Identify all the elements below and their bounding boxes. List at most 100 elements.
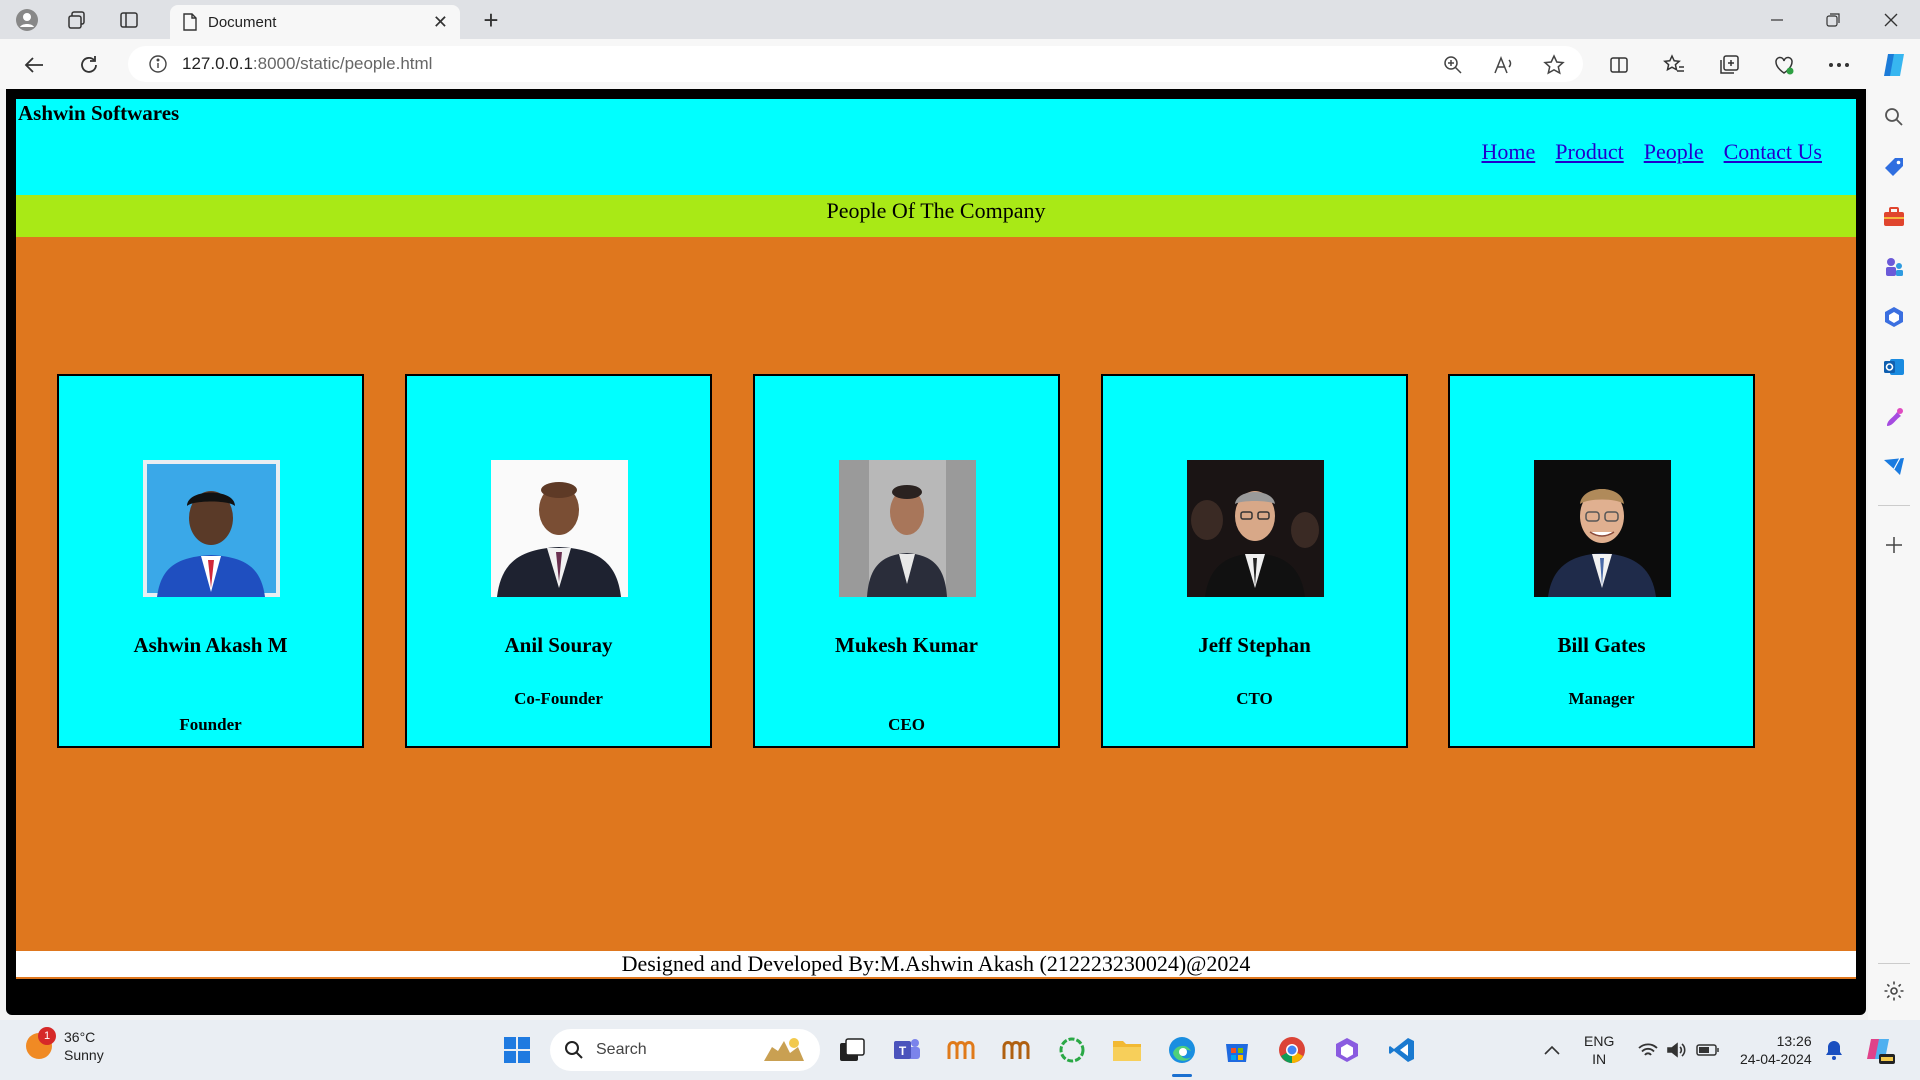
clock[interactable]: 13:26 24-04-2024 [1740, 1032, 1812, 1068]
site-footer: Designed and Developed By:M.Ashwin Akash… [16, 951, 1856, 977]
profile-icon[interactable] [12, 5, 42, 35]
shopping-tag-icon[interactable] [1880, 153, 1908, 181]
back-arrow-icon[interactable] [18, 49, 50, 81]
search-highlight-icon [764, 1038, 804, 1061]
weather-text: 36°C Sunny [64, 1028, 104, 1064]
person-card: Mukesh Kumar CEO [753, 374, 1060, 748]
microsoft-365-icon[interactable] [1880, 303, 1908, 331]
site-header: Ashwin Softwares Home Product People Con… [16, 99, 1856, 195]
refresh-icon[interactable] [73, 49, 105, 81]
copilot-app-icon[interactable] [1327, 1030, 1367, 1070]
add-icon[interactable] [1880, 531, 1908, 559]
temperature: 36°C [64, 1029, 96, 1045]
copilot-icon[interactable] [1878, 49, 1910, 81]
weather-widget[interactable]: 1 36°C Sunny [26, 1027, 104, 1064]
sidebar-divider [1878, 505, 1910, 506]
tab-bar: Document ✕ + [0, 0, 1920, 39]
language-indicator[interactable]: ENG IN [1584, 1032, 1614, 1068]
microsoft-store-icon[interactable] [1217, 1030, 1257, 1070]
browser-toolbar: 127.0.0.1:8000/static/people.html [0, 39, 1920, 89]
tab-document[interactable]: Document ✕ [170, 5, 460, 39]
person-card: Ashwin Akash M Founder [57, 374, 364, 748]
person-card: Bill Gates Manager [1448, 374, 1755, 748]
page-banner: People Of The Company [16, 195, 1856, 237]
more-options-icon[interactable] [1823, 49, 1855, 81]
app-m-icon[interactable] [997, 1030, 1037, 1070]
search-icon [565, 1041, 583, 1059]
chrome-icon[interactable] [1272, 1030, 1312, 1070]
edge-sidebar [1868, 89, 1920, 1020]
collections-icon[interactable] [1713, 49, 1745, 81]
nav-link-contact-us[interactable]: Contact Us [1724, 139, 1822, 165]
read-aloud-icon[interactable] [1488, 49, 1520, 81]
tab-title: Document [208, 13, 277, 31]
outlook-icon[interactable] [1880, 353, 1908, 381]
person-role: CEO [888, 715, 925, 734]
person-photo [1534, 460, 1671, 597]
vscode-icon[interactable] [1382, 1030, 1422, 1070]
ring-app-icon[interactable] [1052, 1030, 1092, 1070]
tools-briefcase-icon[interactable] [1880, 203, 1908, 231]
favorite-star-icon[interactable] [1538, 49, 1570, 81]
app-m-icon[interactable] [942, 1030, 982, 1070]
copilot-pre-icon[interactable] [1860, 1030, 1900, 1070]
time: 13:26 [1776, 1033, 1812, 1049]
person-card: Anil Souray Co-Founder [405, 374, 712, 748]
notification-bell-icon[interactable] [1814, 1030, 1854, 1070]
page-viewport: Ashwin Softwares Home Product People Con… [6, 89, 1866, 1015]
person-photo [839, 460, 976, 597]
edge-browser-icon[interactable] [1162, 1030, 1202, 1070]
person-name: Anil Souray [504, 633, 613, 657]
chevron-up-icon[interactable] [1532, 1030, 1572, 1070]
sidebar-divider [1878, 963, 1910, 964]
favorites-icon[interactable] [1658, 49, 1690, 81]
settings-gear-icon[interactable] [1880, 977, 1908, 1005]
file-explorer-icon[interactable] [1107, 1030, 1147, 1070]
workspaces-icon[interactable] [62, 5, 92, 35]
person-role: CTO [1236, 689, 1273, 708]
active-app-indicator [1172, 1074, 1192, 1077]
url-path: :8000/static/people.html [252, 54, 433, 73]
games-icon[interactable] [1880, 253, 1908, 281]
language-code: ENG [1584, 1033, 1615, 1049]
svg-text:T: T [899, 1044, 907, 1058]
new-tab-button[interactable]: + [476, 5, 506, 35]
designer-icon[interactable] [1880, 403, 1908, 431]
notification-badge: 1 [38, 1027, 56, 1045]
start-windows-icon[interactable] [497, 1030, 537, 1070]
nav-link-people[interactable]: People [1644, 139, 1704, 165]
send-icon[interactable] [1880, 453, 1908, 481]
browser-essentials-icon[interactable] [1768, 49, 1800, 81]
teams-icon[interactable]: T [887, 1030, 927, 1070]
address-bar[interactable]: 127.0.0.1:8000/static/people.html [128, 46, 1583, 82]
person-role: Founder [179, 715, 242, 734]
nav-link-home[interactable]: Home [1482, 139, 1536, 165]
person-role: Co-Founder [514, 689, 603, 708]
restore-icon[interactable] [1808, 3, 1858, 37]
info-icon[interactable] [148, 54, 168, 74]
tab-actions-icon[interactable] [114, 5, 144, 35]
sun-icon: 1 [26, 1027, 56, 1059]
nav-link-product[interactable]: Product [1555, 139, 1623, 165]
region-code: IN [1592, 1051, 1607, 1067]
split-screen-icon[interactable] [1603, 49, 1635, 81]
person-photo [491, 460, 628, 597]
person-name: Ashwin Akash M [133, 633, 288, 657]
task-view-icon[interactable] [832, 1030, 872, 1070]
close-icon[interactable]: ✕ [433, 12, 448, 33]
close-window-icon[interactable] [1866, 3, 1916, 37]
windows-taskbar: 1 36°C Sunny Search T ENG IN 13:26 24-04… [0, 1020, 1920, 1080]
person-name: Mukesh Kumar [835, 633, 978, 657]
person-name: Jeff Stephan [1198, 633, 1311, 657]
battery-icon[interactable] [1688, 1030, 1728, 1070]
weather-condition: Sunny [64, 1047, 104, 1063]
people-page: Ashwin Softwares Home Product People Con… [16, 99, 1856, 979]
zoom-icon[interactable] [1437, 49, 1469, 81]
minimize-icon[interactable] [1752, 3, 1802, 37]
url-text[interactable]: 127.0.0.1:8000/static/people.html [182, 54, 432, 74]
page-icon [183, 13, 197, 31]
taskbar-search[interactable]: Search [550, 1029, 820, 1071]
date: 24-04-2024 [1740, 1051, 1812, 1067]
search-icon[interactable] [1880, 103, 1908, 131]
url-host: 127.0.0.1 [182, 54, 253, 73]
